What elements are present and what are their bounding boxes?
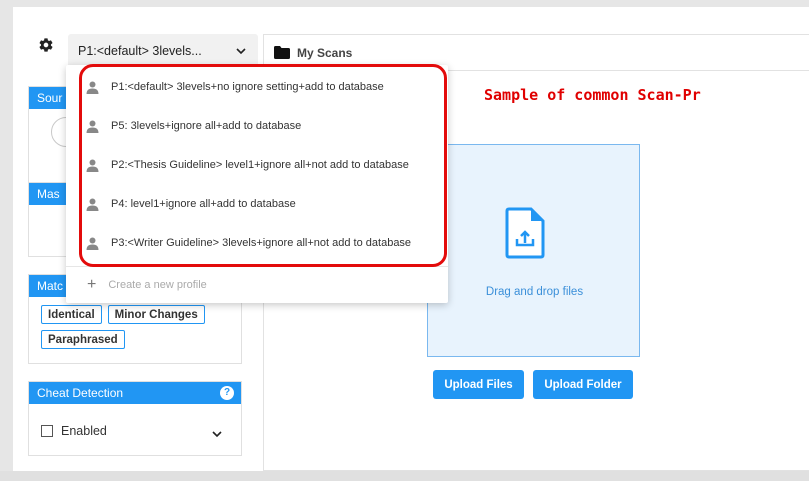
chip-minor-changes[interactable]: Minor Changes: [107, 305, 205, 324]
profile-option-p3[interactable]: P3:<Writer Guideline> 3levels+ignore all…: [66, 224, 448, 262]
cheat-detection-panel: Cheat Detection ? Enabled: [28, 381, 242, 456]
profile-option-label: P5: 3levels+ignore all+add to database: [111, 120, 302, 132]
profile-select[interactable]: P1:<default> 3levels...: [68, 34, 258, 68]
chip-identical[interactable]: Identical: [41, 305, 102, 324]
frame-bottom: [0, 471, 809, 481]
profile-select-value: P1:<default> 3levels...: [78, 44, 202, 58]
profile-option-label: P3:<Writer Guideline> 3levels+ignore all…: [111, 237, 412, 249]
drop-zone-text: Drag and drop files: [485, 286, 584, 298]
help-icon[interactable]: ?: [220, 386, 234, 400]
annotation-text: Sample of common Scan-Pr: [484, 86, 701, 104]
profile-option-label: P2:<Thesis Guideline> level1+ignore all+…: [111, 159, 409, 171]
cheat-detection-header: Cheat Detection ?: [29, 382, 241, 404]
person-icon: [86, 120, 99, 133]
app-window: P1:<default> 3levels... My Scans Sour Ma…: [13, 7, 809, 471]
person-icon: [86, 198, 99, 211]
upload-folder-button[interactable]: Upload Folder: [533, 370, 633, 399]
person-icon: [86, 237, 99, 250]
profile-option-p1[interactable]: P1:<default> 3levels+no ignore setting+a…: [66, 68, 448, 106]
upload-file-icon: [505, 207, 545, 259]
chip-paraphrased[interactable]: Paraphrased: [41, 330, 125, 349]
create-profile-label: Create a new profile: [108, 279, 207, 291]
profile-option-p2[interactable]: P2:<Thesis Guideline> level1+ignore all+…: [66, 146, 448, 184]
person-icon: [86, 81, 99, 94]
profile-option-p4[interactable]: P4: level1+ignore all+add to database: [66, 185, 448, 223]
plus-icon: +: [87, 276, 97, 293]
gear-icon[interactable]: [38, 37, 54, 53]
create-profile-option[interactable]: + Create a new profile: [66, 266, 448, 303]
chevron-down-icon[interactable]: [211, 428, 223, 440]
profile-option-label: P4: level1+ignore all+add to database: [111, 198, 296, 210]
drop-zone[interactable]: Drag and drop files: [427, 144, 640, 357]
profile-option-p5[interactable]: P5: 3levels+ignore all+add to database: [66, 107, 448, 145]
folder-icon: [274, 46, 290, 59]
frame-top: [0, 0, 809, 7]
cheat-enabled-label: Enabled: [61, 424, 107, 438]
profile-dropdown-menu: P1:<default> 3levels+no ignore setting+a…: [66, 65, 448, 303]
frame-left: [0, 0, 13, 481]
cheat-detection-title: Cheat Detection: [37, 386, 124, 400]
profile-option-label: P1:<default> 3levels+no ignore setting+a…: [111, 81, 384, 93]
cheat-enabled-option[interactable]: Enabled: [41, 424, 107, 438]
cheat-enabled-checkbox[interactable]: [41, 425, 53, 437]
upload-files-button[interactable]: Upload Files: [433, 370, 524, 399]
chevron-down-icon: [236, 48, 246, 55]
match-chips: Identical Minor Changes Paraphrased: [29, 297, 229, 349]
my-scans-label: My Scans: [297, 45, 353, 60]
person-icon: [86, 159, 99, 172]
